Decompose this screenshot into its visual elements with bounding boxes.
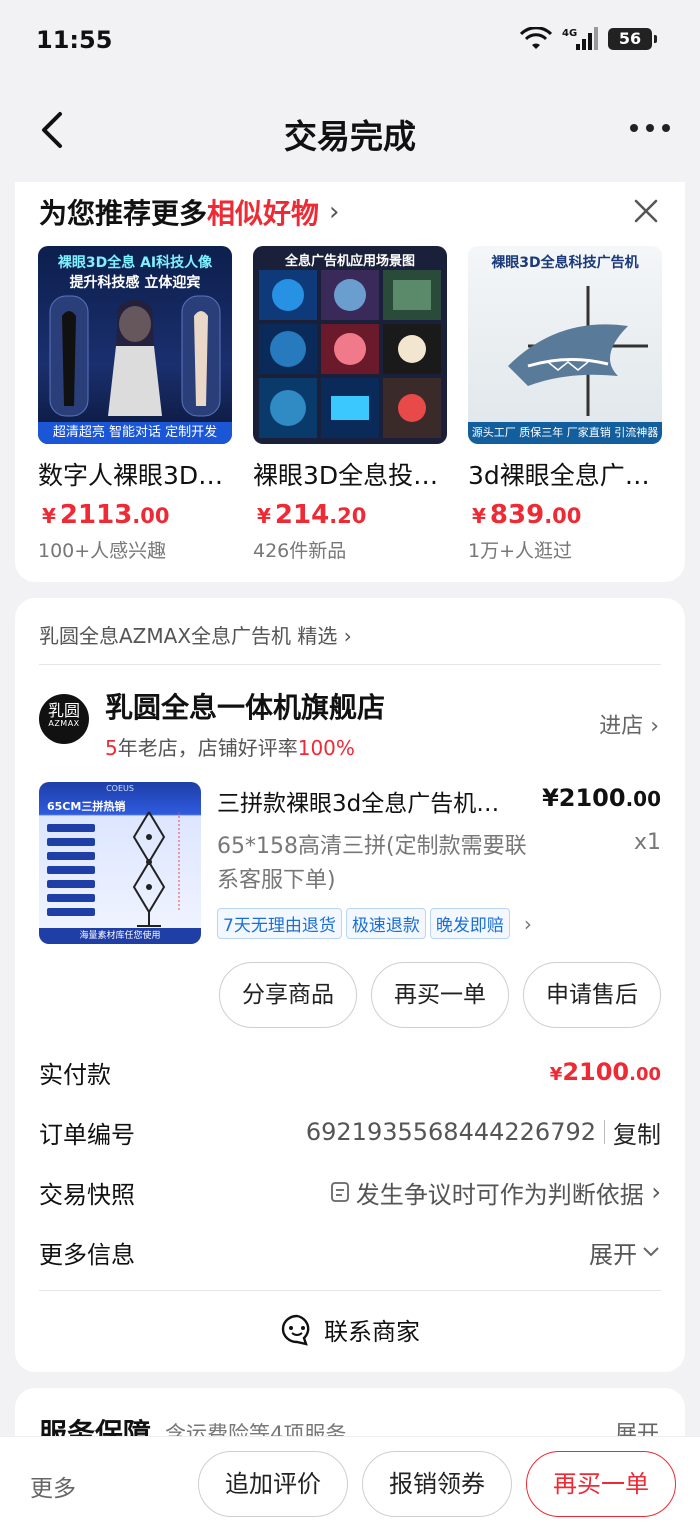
- chevron-right-icon: ›: [523, 911, 532, 936]
- product-image: 全息广告机应用场景图: [253, 246, 447, 444]
- shop-name[interactable]: 乳圆全息一体机旗舰店: [105, 686, 385, 726]
- product-figure: [259, 270, 441, 438]
- divider: [39, 664, 661, 665]
- divider: [39, 1290, 661, 1291]
- wifi-icon: [520, 27, 552, 49]
- recommend-header[interactable]: 为您推荐更多 相似好物 ›: [39, 192, 339, 232]
- service-tag: 极速退款: [345, 908, 426, 939]
- more-actions-link[interactable]: 更多: [30, 1469, 76, 1503]
- battery-icon: 56: [608, 28, 657, 50]
- product-price: ¥2100.00: [542, 784, 661, 812]
- recommend-item-meta: 1万+人逛过: [468, 540, 573, 562]
- paid-amount: ¥2100.00: [549, 1058, 661, 1086]
- order-number-row: 订单编号 6921935568444226792 复制: [39, 1112, 661, 1152]
- service-tag: 晚发即赔: [429, 908, 510, 939]
- snapshot-label: 交易快照: [39, 1180, 135, 1209]
- product-figure: [47, 811, 180, 927]
- image-footer: 超清超亮 智能对话 定制开发: [38, 422, 232, 444]
- signal-icon: 4G: [562, 27, 598, 50]
- recommend-item-meta: 426件新品: [253, 540, 347, 562]
- copy-button[interactable]: 复制: [613, 1115, 661, 1150]
- recommend-item-name: 3d裸眼全息广…: [468, 461, 650, 490]
- recommend-card: 为您推荐更多 相似好物 › 裸眼3D全息 AI科技人像 提升科技感 立体迎宾 超清超…: [15, 182, 685, 582]
- product-quantity: x1: [633, 830, 661, 855]
- nav-bar: 交易完成: [0, 84, 700, 180]
- product-spec: 65*158高清三拼(定制款需要联系客服下单): [217, 834, 527, 893]
- page-title: 交易完成: [284, 117, 416, 156]
- product-image: 裸眼3D全息科技广告机 源头工厂 质保三年 厂家直销 引流神器: [468, 246, 662, 444]
- shop-logo[interactable]: 乳圆 AZMAX: [39, 694, 89, 744]
- product-figure: [49, 295, 221, 417]
- more-info-label: 更多信息: [39, 1240, 135, 1269]
- status-icons: 4G 56: [520, 26, 657, 52]
- share-product-button[interactable]: 分享商品: [219, 962, 357, 1028]
- image-footer: 海量素材库任您使用: [39, 928, 201, 944]
- enter-shop-link[interactable]: 进店 ›: [599, 708, 659, 740]
- snapshot-row[interactable]: 交易快照 发生争议时可作为判断依据 ›: [39, 1172, 661, 1212]
- image-footer: 源头工厂 质保三年 厂家直销 引流神器: [468, 422, 662, 444]
- order-number: 6921935568444226792: [305, 1118, 596, 1146]
- snapshot-value: 发生争议时可作为判断依据: [355, 1180, 644, 1209]
- order-actions: 分享商品 再买一单 申请售后: [219, 962, 661, 1028]
- close-icon[interactable]: [631, 196, 661, 226]
- dot-icon: [646, 124, 654, 132]
- bottom-action-bar: 更多 追加评价 报销领券 再买一单: [0, 1436, 700, 1540]
- service-tag: 7天无理由退货: [217, 908, 342, 939]
- status-bar: 11:55 4G 56: [0, 0, 700, 84]
- after-sales-button[interactable]: 申请售后: [523, 962, 661, 1028]
- recommend-item-price: ¥839.00: [472, 500, 582, 530]
- network-label: 4G: [562, 28, 577, 39]
- chevron-right-icon: ›: [329, 197, 340, 227]
- recommend-title: 为您推荐更多: [39, 197, 208, 230]
- dot-icon: [662, 124, 670, 132]
- recommend-item[interactable]: 全息广告机应用场景图 裸眼3D全息投… ¥214.20 426件新品: [253, 246, 447, 563]
- recommend-item-name: 数字人裸眼3D…: [38, 461, 224, 490]
- recommend-item-price: ¥214.20: [257, 500, 367, 530]
- product-title[interactable]: 三拼款裸眼3d全息广告机…: [217, 784, 537, 818]
- recommend-item[interactable]: 裸眼3D全息 AI科技人像 提升科技感 立体迎宾 超清超亮 智能对话 定制开发 …: [38, 246, 232, 563]
- reimburse-coupon-button[interactable]: 报销领券: [362, 1451, 512, 1517]
- shop-rating: 5年老店，店铺好评率100%: [105, 736, 355, 760]
- product-image[interactable]: COEUS 65CM三拼热销 海量素材库任您使用: [39, 782, 201, 944]
- more-options-button[interactable]: [630, 122, 670, 134]
- more-info-row[interactable]: 更多信息 展开: [39, 1232, 661, 1272]
- recommend-item-price: ¥2113.00: [42, 500, 170, 530]
- add-review-button[interactable]: 追加评价: [198, 1451, 348, 1517]
- dot-icon: [630, 124, 638, 132]
- order-card: 乳圆全息AZMAX全息广告机 精选 › 乳圆 AZMAX 乳圆全息一体机旗舰店 5…: [15, 598, 685, 1372]
- recommend-item[interactable]: 裸眼3D全息科技广告机 源头工厂 质保三年 厂家直销 引流神器 3d裸眼全息广……: [468, 246, 662, 563]
- status-time: 11:55: [36, 26, 113, 54]
- document-icon: [330, 1182, 349, 1202]
- divider: [604, 1120, 605, 1144]
- order-number-label: 订单编号: [39, 1120, 135, 1149]
- product-image: 裸眼3D全息 AI科技人像 提升科技感 立体迎宾 超清超亮 智能对话 定制开发: [38, 246, 232, 444]
- chat-icon: [281, 1314, 310, 1346]
- service-tags[interactable]: 7天无理由退货 极速退款 晚发即赔 ›: [217, 908, 532, 939]
- paid-row: 实付款 ¥2100.00: [39, 1052, 661, 1092]
- expand-link: 展开: [589, 1240, 637, 1269]
- recommend-item-name: 裸眼3D全息投…: [253, 461, 439, 490]
- shop-source-link[interactable]: 乳圆全息AZMAX全息广告机 精选 ›: [39, 620, 352, 649]
- recommend-item-meta: 100+人感兴趣: [38, 540, 167, 562]
- buy-again-button[interactable]: 再买一单: [371, 962, 509, 1028]
- contact-seller-button[interactable]: 联系商家: [15, 1312, 685, 1347]
- chevron-down-icon: [643, 1247, 659, 1257]
- buy-again-bottom-button[interactable]: 再买一单: [526, 1451, 676, 1517]
- recommend-title-highlight: 相似好物: [207, 197, 320, 230]
- paid-label: 实付款: [39, 1060, 111, 1089]
- product-figure: [508, 286, 648, 416]
